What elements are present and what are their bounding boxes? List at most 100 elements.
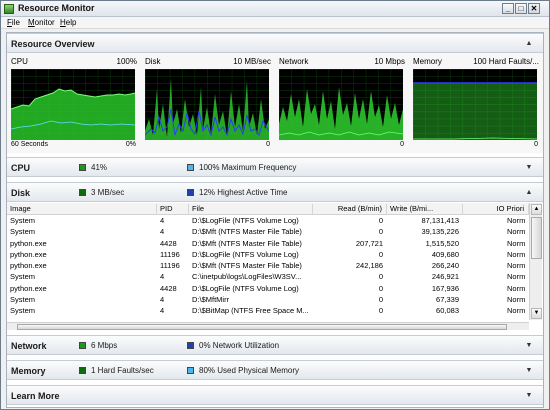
chevron-down-icon[interactable]: ▼ [525, 164, 533, 172]
menu-monitor-label: onitor [34, 18, 55, 27]
table-cell: System [10, 272, 36, 282]
disk-active-time-text: 12% Highest Active Time [199, 188, 288, 197]
table-cell: 242,186 [355, 261, 383, 271]
table-row[interactable]: System 4 D:\$LogFile (NTFS Volume Log) 0 87,… [7, 215, 529, 226]
overview-graphs: CPU 100% 60 Seconds 0% Disk 10 MB/sec 0 … [7, 53, 543, 153]
menu-help[interactable]: Help [60, 18, 76, 27]
memory-graph [413, 69, 537, 140]
minimize-button[interactable]: _ [502, 3, 514, 14]
table-row[interactable]: System 4 C:\inetpub\logs\LogFiles\W3SV... 0… [7, 271, 529, 282]
column-header-io-priority[interactable]: IO Priori [463, 204, 529, 215]
disk-active-time-indicator [187, 189, 194, 196]
network-rate-indicator [79, 342, 86, 349]
table-cell: System [10, 306, 36, 316]
column-header-file[interactable]: File [189, 204, 313, 215]
table-cell: 167,936 [431, 283, 459, 293]
disk-graph-label: Disk [145, 57, 161, 66]
table-cell: 0 [378, 306, 383, 316]
table-cell: Norm [507, 249, 526, 259]
resource-monitor-app-icon [4, 4, 14, 14]
memory-faults-text: 1 Hard Faults/sec [91, 366, 154, 375]
chevron-up-icon[interactable]: ▲ [525, 189, 533, 197]
table-row[interactable]: System 4 D:\$MftMirr 0 67,339 Norm [7, 294, 529, 305]
menu-file[interactable]: File [7, 18, 20, 27]
memory-graph-label: Memory [413, 57, 442, 66]
cpu-usage-indicator [79, 164, 86, 171]
table-row[interactable]: System 4 D:\$Mft (NTFS Master File Table) 0… [7, 226, 529, 237]
table-cell: D:\$BitMap (NTFS Free Space M... [192, 306, 309, 316]
scroll-thumb[interactable] [531, 217, 542, 259]
chevron-down-icon[interactable]: ▼ [525, 342, 533, 350]
memory-used-indicator [187, 367, 194, 374]
memory-section-header[interactable]: Memory 1 Hard Faults/sec 80% Used Physic… [7, 360, 543, 380]
cpu-graph-min: 0% [125, 141, 136, 148]
table-cell: Norm [507, 272, 526, 282]
disk-section-header[interactable]: Disk 3 MB/sec 12% Highest Active Time ▲ [7, 182, 543, 202]
resource-monitor-window: Resource Monitor _ □ ✕ File Monitor Help… [0, 0, 550, 410]
title-bar: Resource Monitor _ □ ✕ [1, 1, 549, 17]
table-cell: Norm [507, 216, 526, 225]
table-cell: 4 [160, 272, 165, 282]
table-cell: 11196 [160, 261, 180, 271]
overview-title: Resource Overview [11, 39, 95, 49]
horizontal-scroll-thumb[interactable] [17, 324, 507, 330]
table-cell: D:\$Mft (NTFS Master File Table) [192, 261, 302, 271]
column-header-read[interactable]: Read (B/min) [313, 204, 387, 215]
table-cell: 246,921 [431, 272, 459, 282]
table-row[interactable]: System 4 D:\$BitMap (NTFS Free Space M... 0… [7, 305, 529, 316]
table-cell: 4 [160, 216, 165, 225]
cpu-graph-scale: 100% [116, 57, 137, 66]
chevron-up-icon[interactable]: ▲ [525, 40, 533, 48]
learn-more-title: Learn More [11, 391, 60, 401]
memory-graph-min: 0 [534, 141, 538, 148]
overview-header[interactable]: Resource Overview ▲ [7, 33, 543, 53]
column-header-image[interactable]: Image [7, 204, 157, 215]
table-cell: 4 [160, 295, 165, 305]
learn-more-section-header[interactable]: Learn More ▼ [7, 385, 543, 405]
maximize-button[interactable]: □ [515, 3, 527, 14]
table-cell: 67,339 [436, 295, 459, 305]
memory-used-text: 80% Used Physical Memory [199, 366, 300, 375]
menu-monitor[interactable]: Monitor [28, 18, 55, 27]
network-graph-scale: 10 Mbps [374, 57, 405, 66]
close-button[interactable]: ✕ [528, 3, 540, 14]
disk-graph [145, 69, 269, 140]
menu-monitor-mnemonic: M [28, 18, 35, 27]
window-title: Resource Monitor [18, 3, 95, 13]
network-utilization-text: 0% Network Utilization [199, 341, 280, 350]
table-cell: D:\$MftMirr [192, 295, 230, 305]
table-row[interactable]: python.exe 11196 D:\$Mft (NTFS Master File… [7, 260, 529, 271]
vertical-scrollbar[interactable]: ▲ ▼ [529, 203, 542, 320]
table-cell: 0 [378, 249, 383, 259]
table-cell: python.exe [10, 249, 47, 259]
table-cell: 60,083 [436, 306, 459, 316]
network-section-header[interactable]: Network 6 Mbps 0% Network Utilization ▼ [7, 335, 543, 355]
table-row[interactable]: python.exe 4428 D:\$LogFile (NTFS Volume L… [7, 283, 529, 294]
column-header-write[interactable]: Write (B/mi... [387, 204, 463, 215]
table-cell: Norm [507, 306, 526, 316]
chevron-down-icon[interactable]: ▼ [525, 367, 533, 375]
cpu-section-header[interactable]: CPU 41% 100% Maximum Frequency ▼ [7, 157, 543, 177]
horizontal-scrollbar[interactable] [7, 322, 529, 330]
table-cell: 0 [378, 216, 383, 225]
disk-graph-panel: Disk 10 MB/sec 0 [143, 55, 274, 151]
cpu-frequency-text: 100% Maximum Frequency [199, 163, 297, 172]
cpu-section-title: CPU [11, 163, 31, 173]
chevron-down-icon[interactable]: ▼ [525, 392, 533, 400]
disk-activity-table: Image PID File Read (B/min) Write (B/mi.… [7, 203, 543, 330]
memory-graph-scale: 100 Hard Faults/... [473, 57, 539, 66]
scroll-down-arrow-icon[interactable]: ▼ [531, 308, 542, 319]
scroll-up-arrow-icon[interactable]: ▲ [531, 204, 542, 215]
table-cell: 4428 [160, 238, 177, 248]
menu-help-label: elp [65, 18, 77, 27]
network-graph-label: Network [279, 57, 309, 66]
cpu-frequency-indicator [187, 164, 194, 171]
table-cell: 39,135,226 [421, 227, 459, 237]
table-cell: 207,721 [355, 238, 383, 248]
cpu-usage-text: 41% [91, 163, 108, 172]
table-body: System 4 D:\$LogFile (NTFS Volume Log) 0 87,… [7, 215, 529, 322]
table-row[interactable]: python.exe 4428 D:\$Mft (NTFS Master File … [7, 238, 529, 249]
column-header-pid[interactable]: PID [157, 204, 189, 215]
table-cell: 87,131,413 [421, 216, 459, 225]
table-row[interactable]: python.exe 11196 D:\$LogFile (NTFS Volume … [7, 249, 529, 260]
